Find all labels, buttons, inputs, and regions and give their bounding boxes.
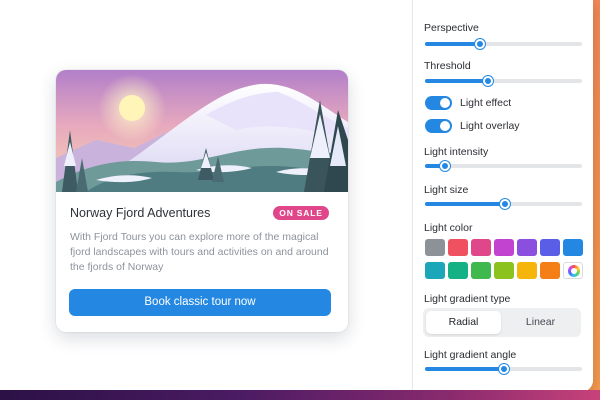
- desktop-background: [0, 390, 600, 400]
- light-intensity-label: Light intensity: [424, 146, 489, 158]
- custom-color-button[interactable]: [563, 262, 583, 279]
- color-swatch[interactable]: [448, 239, 468, 256]
- book-tour-button[interactable]: Book classic tour now: [69, 289, 331, 316]
- light-effect-label: Light effect: [460, 97, 512, 109]
- color-swatch[interactable]: [517, 239, 537, 256]
- color-swatch[interactable]: [425, 262, 445, 279]
- card-title: Norway Fjord Adventures: [70, 206, 211, 220]
- perspective-slider[interactable]: [425, 38, 582, 50]
- preview-stage: Norway Fjord Adventures ON SALE With Fjo…: [0, 0, 412, 392]
- gradient-angle-label: Light gradient angle: [424, 349, 517, 361]
- gradient-type-label: Light gradient type: [424, 293, 511, 305]
- color-swatch[interactable]: [540, 262, 560, 279]
- gradient-type-selector: Radial Linear: [423, 308, 581, 337]
- toggle-knob: [440, 98, 450, 108]
- light-intensity-slider[interactable]: [425, 160, 582, 172]
- sale-badge: ON SALE: [273, 206, 329, 220]
- slider-thumb[interactable]: [474, 39, 485, 49]
- slider-thumb[interactable]: [500, 199, 511, 209]
- slider-fill: [425, 42, 480, 46]
- threshold-slider[interactable]: [425, 75, 582, 87]
- color-swatch[interactable]: [563, 239, 583, 256]
- gradient-angle-slider[interactable]: [425, 363, 582, 375]
- slider-thumb[interactable]: [498, 364, 509, 374]
- color-swatch[interactable]: [494, 239, 514, 256]
- slider-thumb[interactable]: [482, 76, 493, 86]
- gradient-type-radial[interactable]: Radial: [426, 311, 501, 334]
- slider-thumb[interactable]: [440, 161, 451, 171]
- color-swatch[interactable]: [494, 262, 514, 279]
- color-swatch[interactable]: [471, 262, 491, 279]
- color-swatch[interactable]: [540, 239, 560, 256]
- slider-fill: [425, 367, 504, 371]
- card-description: With Fjord Tours you can explore more of…: [70, 231, 329, 273]
- light-effect-toggle[interactable]: [425, 96, 452, 110]
- slider-fill: [425, 202, 506, 206]
- light-size-slider[interactable]: [425, 198, 582, 210]
- light-size-label: Light size: [424, 184, 469, 196]
- threshold-label: Threshold: [424, 60, 471, 72]
- gradient-type-linear[interactable]: Linear: [503, 311, 578, 334]
- tour-card[interactable]: Norway Fjord Adventures ON SALE With Fjo…: [56, 70, 348, 332]
- slider-fill: [425, 79, 488, 83]
- color-wheel-icon: [568, 265, 580, 277]
- light-overlay-label: Light overlay: [460, 120, 520, 132]
- color-swatch[interactable]: [448, 262, 468, 279]
- light-color-label: Light color: [424, 222, 473, 234]
- toggle-knob: [440, 121, 450, 131]
- perspective-label: Perspective: [424, 22, 479, 34]
- light-overlay-toggle[interactable]: [425, 119, 452, 133]
- color-swatch[interactable]: [517, 262, 537, 279]
- color-swatch[interactable]: [425, 239, 445, 256]
- color-swatch[interactable]: [471, 239, 491, 256]
- card-illustration: [56, 70, 348, 192]
